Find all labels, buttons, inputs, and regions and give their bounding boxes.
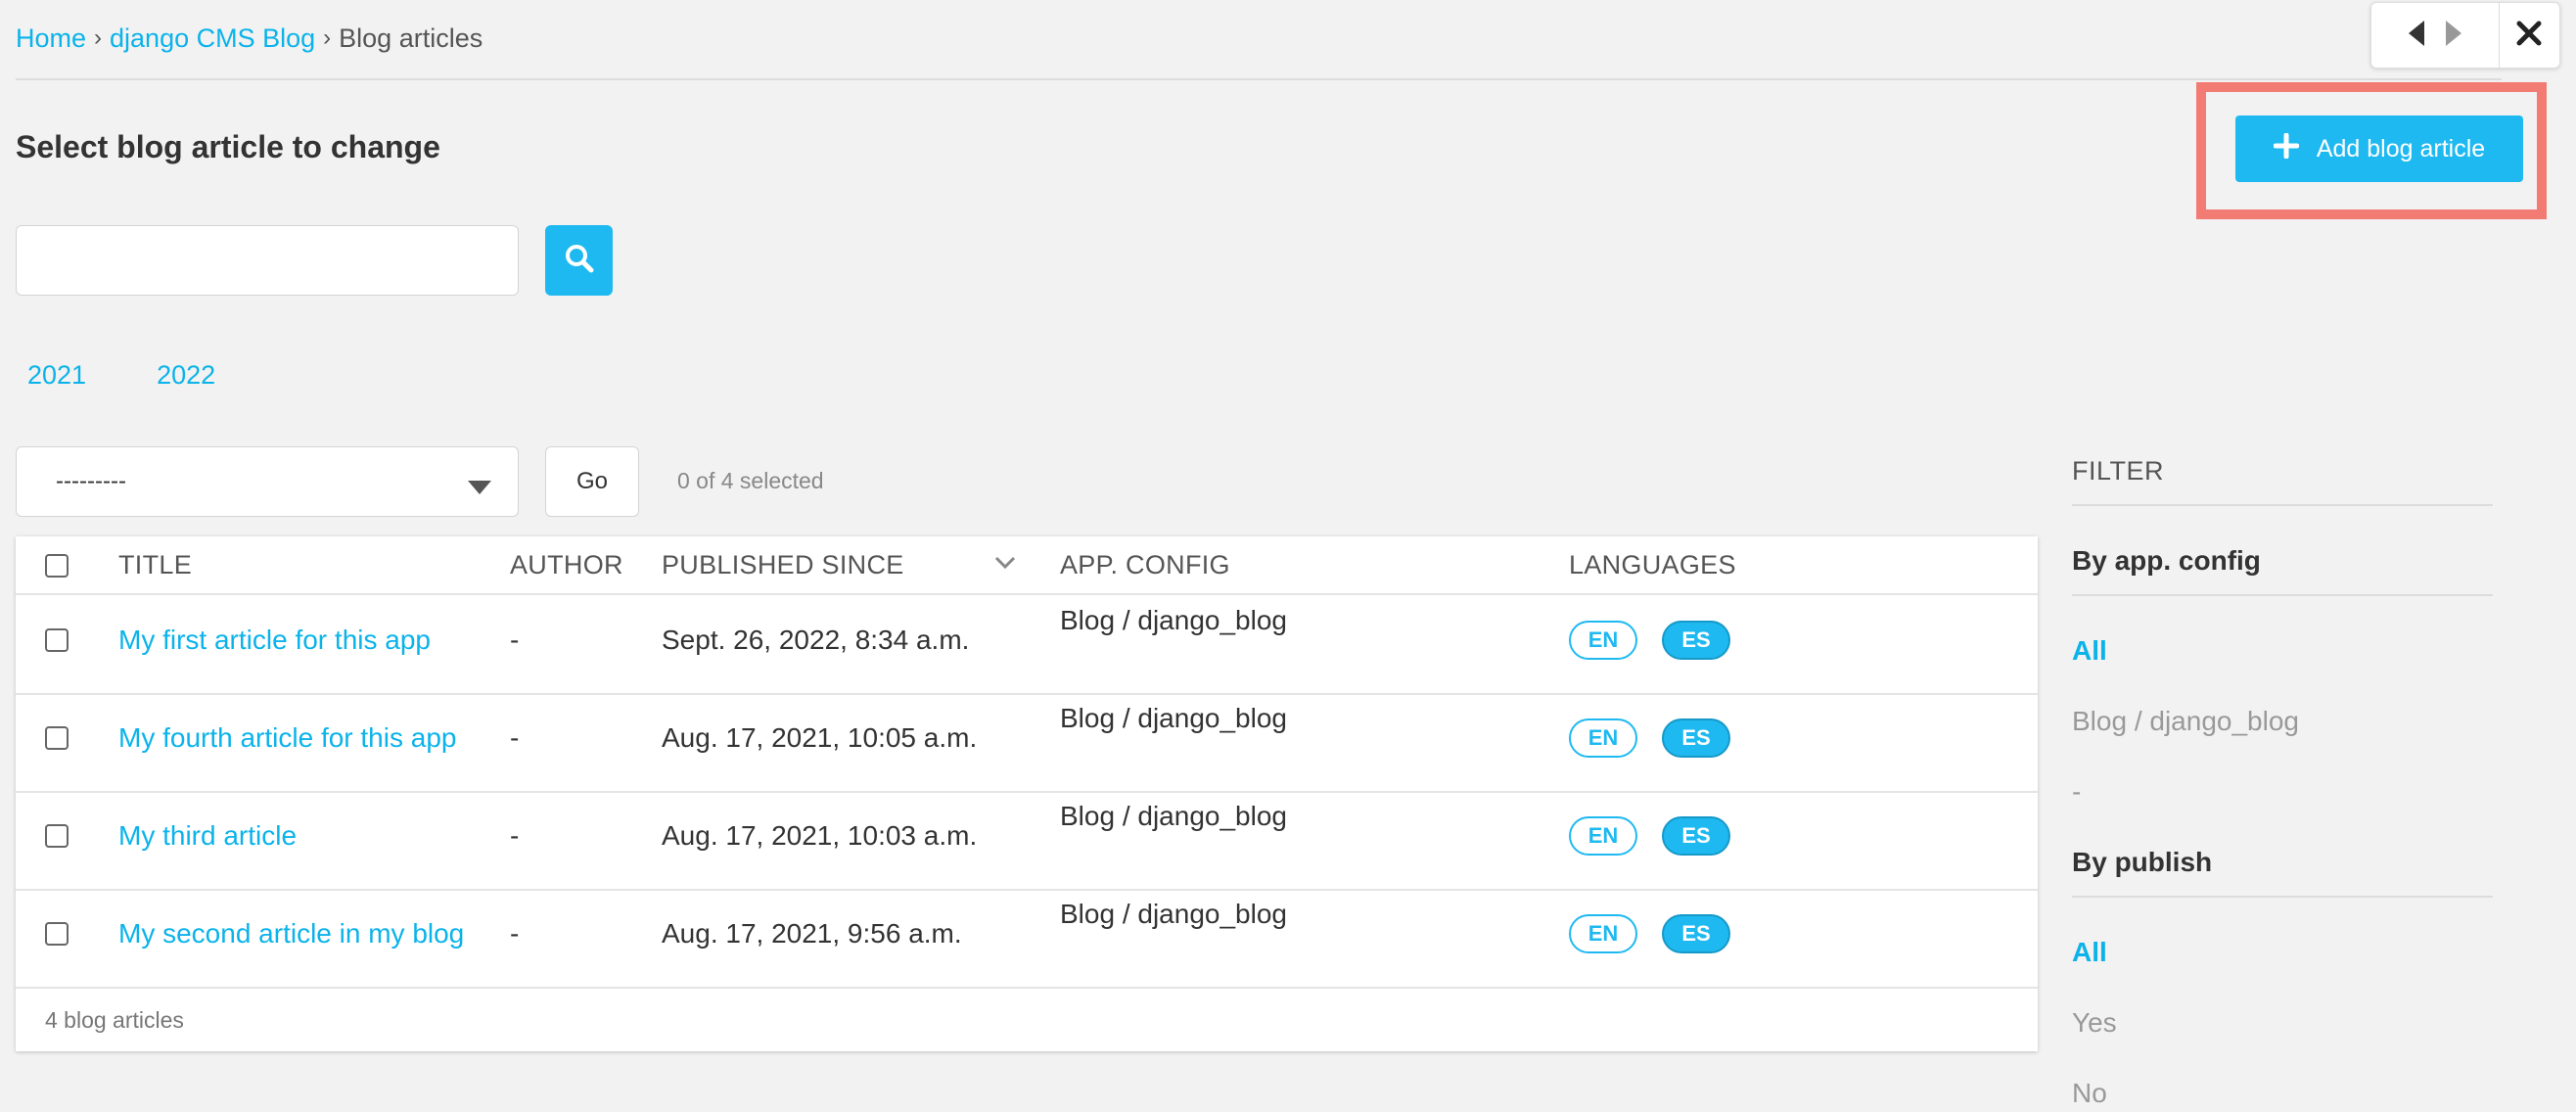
author-cell: - — [510, 918, 520, 949]
app-config-cell: Blog / django_blog — [1060, 703, 1287, 733]
breadcrumb-current: Blog articles — [339, 23, 483, 53]
article-title-cell: My third article — [118, 820, 297, 852]
row-checkbox[interactable] — [45, 726, 69, 750]
triangle-right-icon[interactable] — [2444, 19, 2463, 53]
filter-group-divider — [2072, 896, 2493, 898]
column-header-title[interactable]: TITLE — [118, 550, 192, 580]
table-row: My third article - Aug. 17, 2021, 10:03 … — [16, 793, 2038, 891]
column-header-published[interactable]: PUBLISHED SINCE — [662, 550, 904, 580]
article-title-link[interactable]: My first article for this app — [118, 625, 431, 655]
filter-option-app-config-blog[interactable]: Blog / django_blog — [2072, 706, 2493, 737]
article-title-cell: My first article for this app — [118, 625, 431, 656]
article-title-link[interactable]: My third article — [118, 820, 297, 851]
filter-option-publish-all[interactable]: All — [2072, 937, 2493, 968]
add-button-label: Add blog article — [2316, 134, 2486, 162]
app-config-cell: Blog / django_blog — [1060, 899, 1287, 929]
filter-option-publish-no[interactable]: No — [2072, 1078, 2493, 1109]
language-badge-es[interactable]: ES — [1662, 621, 1730, 660]
chevron-down-icon — [467, 475, 492, 502]
plus-icon — [2273, 132, 2300, 165]
paginator-count: 4 blog articles — [45, 1007, 184, 1033]
go-button[interactable]: Go — [545, 446, 639, 517]
action-select[interactable]: --------- — [16, 446, 519, 517]
breadcrumb-separator: › — [94, 24, 103, 51]
history-arrows — [2371, 3, 2500, 68]
breadcrumb-app-link[interactable]: django CMS Blog — [110, 22, 315, 55]
page-title: Select blog article to change — [16, 129, 440, 164]
author-cell: - — [510, 722, 520, 753]
filter-sidebar: FILTER By app. config All Blog / django_… — [2072, 456, 2493, 1109]
filter-option-app-config-none[interactable]: - — [2072, 776, 2493, 808]
column-header-languages: LANGUAGES — [1569, 550, 1736, 579]
language-badge-es[interactable]: ES — [1662, 718, 1730, 758]
sort-descending-icon[interactable] — [994, 556, 1016, 575]
row-checkbox[interactable] — [45, 824, 69, 848]
breadcrumb-separator: › — [323, 24, 332, 51]
year-link-2022[interactable]: 2022 — [157, 360, 215, 391]
table-row: My first article for this app - Sept. 26… — [16, 597, 2038, 695]
search-button[interactable] — [545, 225, 613, 296]
add-blog-article-button[interactable]: Add blog article — [2235, 116, 2523, 182]
column-header-app-config: APP. CONFIG — [1060, 550, 1230, 579]
filter-option-publish-yes[interactable]: Yes — [2072, 1007, 2493, 1039]
filter-option-app-config-all[interactable]: All — [2072, 635, 2493, 667]
selection-counter: 0 of 4 selected — [677, 468, 824, 493]
year-link-2021[interactable]: 2021 — [27, 360, 86, 391]
close-x-icon — [2516, 21, 2542, 51]
article-title-cell: My second article in my blog — [118, 918, 464, 950]
app-config-cell: Blog / django_blog — [1060, 605, 1287, 635]
language-badge-en[interactable]: EN — [1569, 718, 1637, 758]
filter-group-title-publish: By publish — [2072, 847, 2213, 877]
triangle-left-icon[interactable] — [2407, 19, 2426, 53]
row-checkbox[interactable] — [45, 922, 69, 946]
language-badge-en[interactable]: EN — [1569, 621, 1637, 660]
results-table: TITLE AUTHOR PUBLISHED SINCE APP. CONFIG… — [16, 536, 2038, 1051]
action-select-value: --------- — [56, 468, 126, 494]
article-title-cell: My fourth article for this app — [118, 722, 456, 754]
language-badge-en[interactable]: EN — [1569, 816, 1637, 856]
filter-title: FILTER — [2072, 456, 2165, 486]
article-title-link[interactable]: My second article in my blog — [118, 918, 464, 949]
published-cell: Sept. 26, 2022, 8:34 a.m. — [662, 625, 970, 655]
table-row: My fourth article for this app - Aug. 17… — [16, 695, 2038, 793]
search-input[interactable] — [16, 225, 519, 296]
date-hierarchy: 2021 2022 — [27, 360, 215, 391]
select-all-checkbox[interactable] — [45, 554, 69, 578]
published-cell: Aug. 17, 2021, 10:03 a.m. — [662, 820, 978, 851]
filter-group-divider — [2072, 594, 2493, 596]
language-badge-es[interactable]: ES — [1662, 816, 1730, 856]
breadcrumb: Home › django CMS Blog › Blog articles — [16, 22, 483, 55]
published-cell: Aug. 17, 2021, 9:56 a.m. — [662, 918, 962, 949]
language-badge-es[interactable]: ES — [1662, 914, 1730, 953]
app-config-cell: Blog / django_blog — [1060, 801, 1287, 831]
column-header-author: AUTHOR — [510, 550, 623, 579]
breadcrumb-home-link[interactable]: Home — [16, 22, 86, 55]
header-divider — [16, 78, 2502, 80]
row-checkbox[interactable] — [45, 628, 69, 652]
language-badge-en[interactable]: EN — [1569, 914, 1637, 953]
filter-group-title-app-config: By app. config — [2072, 545, 2261, 576]
filter-divider — [2072, 504, 2493, 506]
author-cell: - — [510, 625, 520, 655]
table-header: TITLE AUTHOR PUBLISHED SINCE APP. CONFIG… — [16, 536, 2038, 595]
search-icon — [564, 243, 595, 279]
published-cell: Aug. 17, 2021, 10:05 a.m. — [662, 722, 978, 753]
close-button[interactable] — [2500, 3, 2559, 68]
table-row: My second article in my blog - Aug. 17, … — [16, 891, 2038, 989]
article-title-link[interactable]: My fourth article for this app — [118, 722, 456, 753]
sideframe-nav-controls — [2370, 2, 2560, 69]
author-cell: - — [510, 820, 520, 851]
